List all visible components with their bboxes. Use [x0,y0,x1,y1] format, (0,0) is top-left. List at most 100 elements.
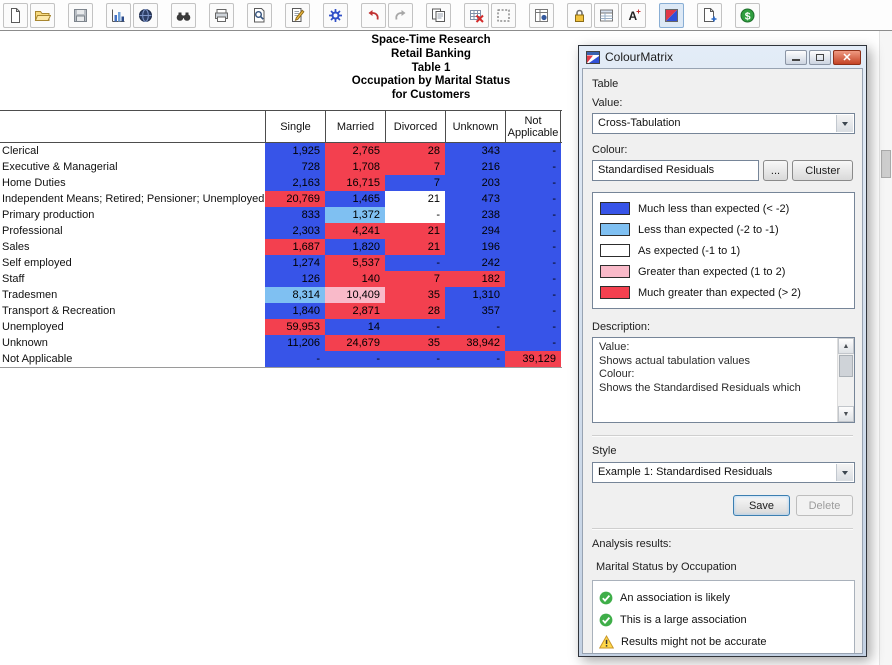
table-cell[interactable]: 1,372 [325,207,385,223]
row-label[interactable]: Transport & Recreation [0,303,265,319]
table-cell[interactable]: 21 [385,239,445,255]
table-cell[interactable]: 7 [385,175,445,191]
preview-button[interactable] [247,3,272,28]
find-button[interactable] [171,3,196,28]
table-cell[interactable]: 357 [445,303,505,319]
table-cell[interactable]: 473 [445,191,505,207]
table-cell[interactable]: 4,241 [325,223,385,239]
table-cell[interactable]: 2,303 [265,223,325,239]
table-cell[interactable]: - [505,143,561,159]
table-cell[interactable]: 28 [385,303,445,319]
table-cell[interactable]: 1,925 [265,143,325,159]
table-cell[interactable]: - [505,175,561,191]
scrollbar-thumb[interactable] [881,150,891,178]
save-button[interactable] [68,3,93,28]
value-dropdown[interactable]: Cross-Tabulation [592,113,855,134]
maximize-button[interactable] [809,50,831,65]
row-label[interactable]: Executive & Managerial [0,159,265,175]
table-cell[interactable]: - [505,271,561,287]
window-vertical-scrollbar[interactable] [879,31,892,665]
globe-button[interactable] [133,3,158,28]
table-cell[interactable]: - [505,255,561,271]
row-label[interactable]: Not Applicable [0,351,265,367]
table-cell[interactable]: - [385,319,445,335]
table-cell[interactable]: 2,765 [325,143,385,159]
table-cell[interactable]: 216 [445,159,505,175]
table-cell[interactable]: 294 [445,223,505,239]
table-cell[interactable]: 7 [385,271,445,287]
cluster-button[interactable]: Cluster [792,160,853,181]
table-cell[interactable]: - [505,335,561,351]
table-cell[interactable]: - [505,191,561,207]
table-cell[interactable]: 182 [445,271,505,287]
table-cell[interactable]: 196 [445,239,505,255]
table-cell[interactable]: - [325,351,385,367]
table-cell[interactable]: 833 [265,207,325,223]
table-cell[interactable]: - [445,319,505,335]
currency-button[interactable]: $ [735,3,760,28]
row-label[interactable]: Home Duties [0,175,265,191]
table-cell[interactable]: 38,942 [445,335,505,351]
table-format-button[interactable] [594,3,619,28]
table-cell[interactable]: 35 [385,335,445,351]
print-button[interactable] [209,3,234,28]
font-button[interactable]: A [621,3,646,28]
scrollbar-thumb[interactable] [839,355,853,377]
schedule-button[interactable] [529,3,554,28]
table-cell[interactable]: - [505,319,561,335]
row-label[interactable]: Unemployed [0,319,265,335]
column-header[interactable]: Divorced [385,111,445,142]
row-label[interactable]: Unknown [0,335,265,351]
table-cell[interactable]: - [385,255,445,271]
select-region-button[interactable] [491,3,516,28]
style-dropdown[interactable]: Example 1: Standardised Residuals [592,462,855,483]
table-cell[interactable]: 203 [445,175,505,191]
description-scrollbar[interactable]: ▲ ▼ [837,338,854,422]
table-cell[interactable]: 1,820 [325,239,385,255]
table-cell[interactable]: - [505,207,561,223]
table-cell[interactable]: 24,679 [325,335,385,351]
table-cell[interactable]: 8,314 [265,287,325,303]
table-cell[interactable]: 14 [325,319,385,335]
row-label[interactable]: Primary production [0,207,265,223]
table-cell[interactable]: 343 [445,143,505,159]
table-cell[interactable]: 2,163 [265,175,325,191]
table-cell[interactable]: 5,537 [325,255,385,271]
redo-button[interactable] [388,3,413,28]
row-label[interactable]: Professional [0,223,265,239]
table-cell[interactable]: 140 [325,271,385,287]
dialog-titlebar[interactable]: ColourMatrix ✕ [582,46,863,68]
edit-button[interactable] [285,3,310,28]
table-cell[interactable]: 1,687 [265,239,325,255]
table-cell[interactable]: - [445,351,505,367]
row-label[interactable]: Independent Means; Retired; Pensioner; U… [0,191,265,207]
chart-button[interactable] [106,3,131,28]
column-header[interactable]: Single [265,111,325,142]
table-cell[interactable]: 1,708 [325,159,385,175]
table-cell[interactable]: 16,715 [325,175,385,191]
table-cell[interactable]: 1,310 [445,287,505,303]
table-cell[interactable]: 1,840 [265,303,325,319]
table-cell[interactable]: 28 [385,143,445,159]
table-cell[interactable]: - [505,287,561,303]
table-cell[interactable]: 126 [265,271,325,287]
row-label[interactable]: Clerical [0,143,265,159]
table-cell[interactable]: 21 [385,223,445,239]
table-cell[interactable]: - [505,303,561,319]
copy-button[interactable] [426,3,451,28]
scroll-up-icon[interactable]: ▲ [838,338,854,354]
table-cell[interactable]: 728 [265,159,325,175]
table-cell[interactable]: 39,129 [505,351,561,367]
colour-field[interactable]: Standardised Residuals [592,160,759,181]
table-cell[interactable]: 11,206 [265,335,325,351]
table-cell[interactable]: - [505,239,561,255]
table-cell[interactable]: 2,871 [325,303,385,319]
table-cell[interactable]: 20,769 [265,191,325,207]
table-cell[interactable]: 1,274 [265,255,325,271]
settings-button[interactable] [323,3,348,28]
new-button[interactable] [3,3,28,28]
add-page-button[interactable] [697,3,722,28]
table-cell[interactable]: 1,465 [325,191,385,207]
close-button[interactable]: ✕ [833,50,861,65]
table-cell[interactable]: 7 [385,159,445,175]
